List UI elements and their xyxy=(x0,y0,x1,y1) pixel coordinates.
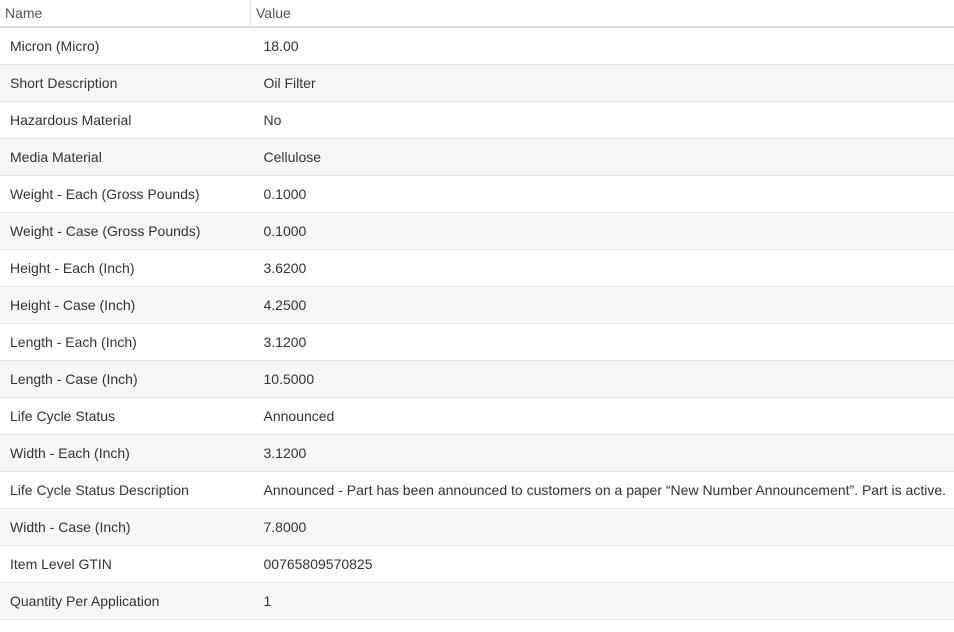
attribute-name-cell: Height - Case (Inch) xyxy=(0,286,251,324)
attribute-value-cell: Announced - Part has been announced to c… xyxy=(250,471,954,509)
attribute-name-cell: Width - Each (Inch) xyxy=(0,434,251,472)
table-row: Width - Each (Inch) 3.1200 xyxy=(0,434,954,472)
table-row: Length - Case (Inch) 10.5000 xyxy=(0,360,954,398)
attribute-value-cell: 4.2500 xyxy=(250,286,954,324)
attribute-value-cell: 18.00 xyxy=(250,27,954,65)
table-row: Height - Case (Inch) 4.2500 xyxy=(0,286,954,324)
attribute-name-cell: Media Material xyxy=(0,138,251,176)
attribute-value-cell: 0.1000 xyxy=(250,175,954,213)
column-header-value[interactable]: Value xyxy=(250,0,954,28)
table-row: Life Cycle Status Description Announced -… xyxy=(0,471,954,509)
attribute-value-cell: 3.1200 xyxy=(250,434,954,472)
attribute-value-cell: Announced xyxy=(250,397,954,435)
attribute-value-cell: 3.1200 xyxy=(250,323,954,361)
attribute-name-cell: Life Cycle Status Description xyxy=(0,471,251,509)
attribute-name-cell: Width - Case (Inch) xyxy=(0,508,251,546)
attribute-value-cell: No xyxy=(250,101,954,139)
attribute-value-cell: 3.6200 xyxy=(250,249,954,287)
attribute-name-cell: Life Cycle Status xyxy=(0,397,251,435)
table-row: Weight - Case (Gross Pounds) 0.1000 xyxy=(0,212,954,250)
specifications-table: Name Value Micron (Micro) 18.00 Short Desc… xyxy=(0,0,954,620)
table-row: Length - Each (Inch) 3.1200 xyxy=(0,323,954,361)
attribute-value-cell: 7.8000 xyxy=(250,508,954,546)
attribute-name-cell: Weight - Each (Gross Pounds) xyxy=(0,175,251,213)
attribute-value-cell: Cellulose xyxy=(250,138,954,176)
table-row: Life Cycle Status Announced xyxy=(0,397,954,435)
table-row: Short Description Oil Filter xyxy=(0,64,954,102)
table-row: Weight - Each (Gross Pounds) 0.1000 xyxy=(0,175,954,213)
table-body: Micron (Micro) 18.00 Short Description Oil … xyxy=(0,27,954,620)
header-row: Name Value xyxy=(0,0,954,28)
attribute-name-cell: Weight - Case (Gross Pounds) xyxy=(0,212,251,250)
attribute-name-cell: Micron (Micro) xyxy=(0,27,251,65)
column-header-name[interactable]: Name xyxy=(0,0,251,28)
table-row: Hazardous Material No xyxy=(0,101,954,139)
table-row: Micron (Micro) 18.00 xyxy=(0,27,954,65)
attribute-name-cell: Hazardous Material xyxy=(0,101,251,139)
table-row: Quantity Per Application 1 xyxy=(0,582,954,620)
attribute-name-cell: Short Description xyxy=(0,64,251,102)
attribute-value-cell: 1 xyxy=(250,582,954,620)
attribute-name-cell: Quantity Per Application xyxy=(0,582,251,620)
attribute-value-cell: 10.5000 xyxy=(250,360,954,398)
table-row: Media Material Cellulose xyxy=(0,138,954,176)
attribute-name-cell: Length - Case (Inch) xyxy=(0,360,251,398)
table-row: Item Level GTIN 00765809570825 xyxy=(0,545,954,583)
table-row: Height - Each (Inch) 3.6200 xyxy=(0,249,954,287)
attribute-name-cell: Item Level GTIN xyxy=(0,545,251,583)
table-row: Width - Case (Inch) 7.8000 xyxy=(0,508,954,546)
attribute-name-cell: Length - Each (Inch) xyxy=(0,323,251,361)
attribute-value-cell: Oil Filter xyxy=(250,64,954,102)
attribute-name-cell: Height - Each (Inch) xyxy=(0,249,251,287)
attribute-value-cell: 0.1000 xyxy=(250,212,954,250)
attribute-value-cell: 00765809570825 xyxy=(250,545,954,583)
table-header: Name Value xyxy=(0,0,954,28)
